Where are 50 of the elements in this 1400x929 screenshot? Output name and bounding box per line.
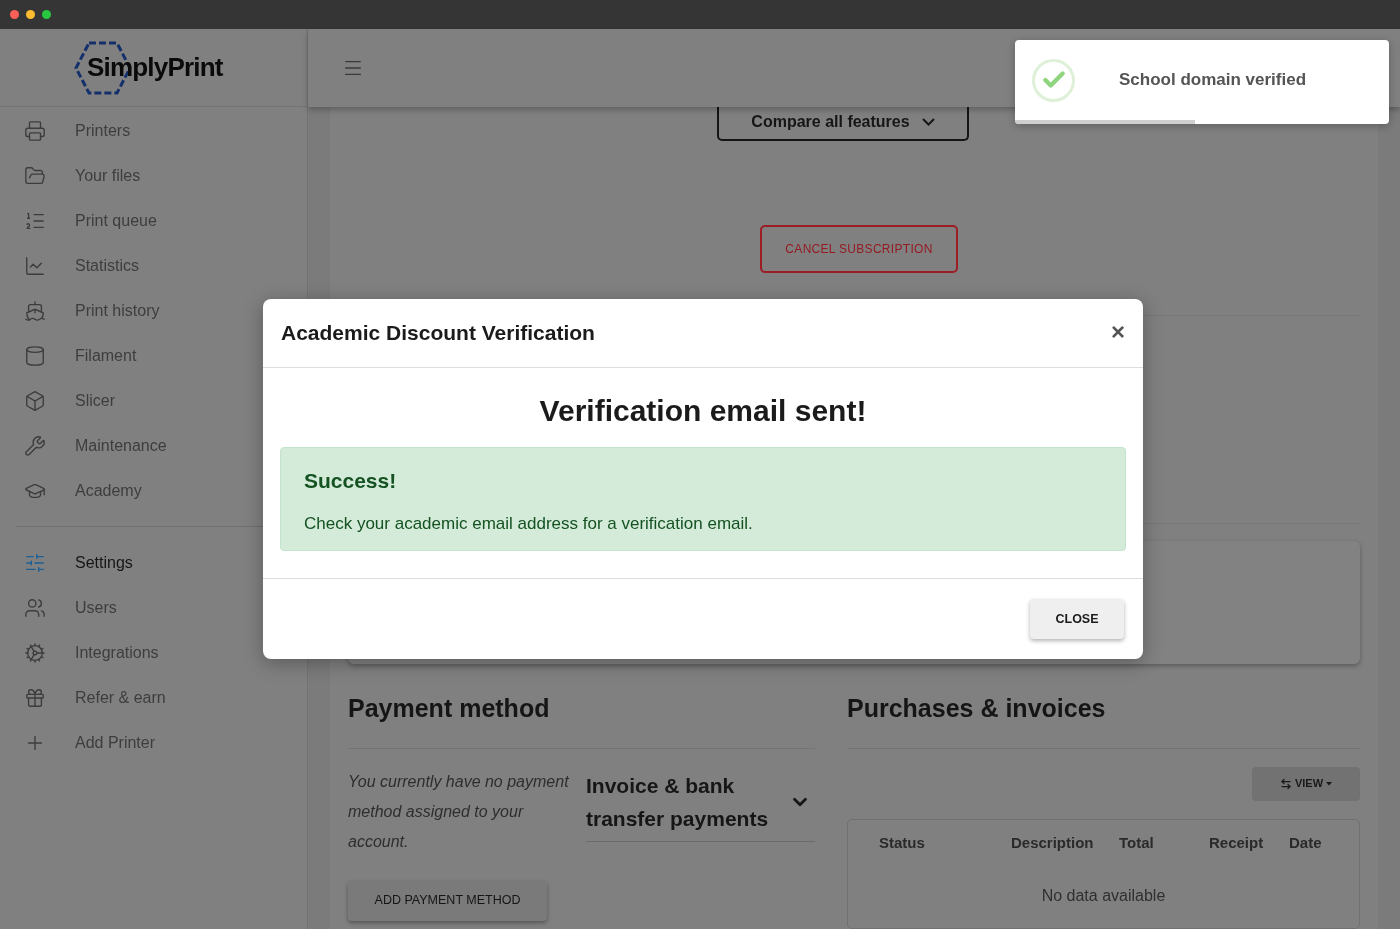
column-header: Date xyxy=(1289,832,1322,853)
alert-title: Success! xyxy=(304,468,398,494)
printer-icon xyxy=(24,119,46,142)
users-icon xyxy=(24,596,46,619)
brand-logo[interactable]: SimplyPrint xyxy=(74,39,223,96)
sidebar-item[interactable]: Your files xyxy=(75,163,141,188)
empty-table-text: No data available xyxy=(1041,886,1166,906)
sidebar-item[interactable]: Add Printer xyxy=(75,730,156,755)
section-heading: Payment method xyxy=(348,690,815,749)
sidebar-item[interactable]: Academy xyxy=(75,478,142,503)
add-payment-method-button[interactable]: ADD PAYMENT METHOD xyxy=(348,880,547,921)
sidebar-item[interactable]: Slicer xyxy=(75,388,115,413)
sidebar-item[interactable]: Statistics xyxy=(75,253,139,278)
sidebar-item[interactable]: Maintenance xyxy=(75,433,167,458)
close-dialog-button[interactable]: CLOSE xyxy=(1030,599,1124,639)
boat-icon xyxy=(24,299,46,322)
cancel-subscription-button[interactable]: CANCEL SUBSCRIPTION xyxy=(760,225,958,273)
sidebar-item[interactable]: Filament xyxy=(75,343,137,368)
modal-title: Academic Discount Verification xyxy=(281,320,595,347)
column-header: Total xyxy=(1119,832,1154,853)
caret-icon xyxy=(1326,781,1333,786)
close-button[interactable]: × xyxy=(1111,320,1125,346)
column-header: Description xyxy=(1011,832,1094,853)
cube-icon xyxy=(24,389,46,412)
wrench-icon xyxy=(24,434,46,457)
sidebar-item[interactable]: Print queue xyxy=(75,208,157,233)
sidebar-item[interactable]: Refer & earn xyxy=(75,685,166,710)
compare-features-button[interactable]: Compare all features xyxy=(717,107,969,141)
sliders-icon xyxy=(24,551,46,574)
sidebar-item[interactable]: Users xyxy=(75,595,117,620)
invoice-accordion[interactable]: Invoice & bank transfer payments xyxy=(586,768,815,842)
swap-icon xyxy=(1279,777,1292,790)
success-check-icon xyxy=(1032,58,1075,102)
line-chart-icon xyxy=(24,254,46,277)
gift-icon xyxy=(24,686,46,709)
alert-message: Check your academic email address for a verification email. xyxy=(304,512,754,535)
sidebar-item[interactable]: Printers xyxy=(75,118,131,143)
sidebar-item[interactable]: Settings xyxy=(75,550,133,575)
folder-icon xyxy=(24,164,46,187)
spool-icon xyxy=(24,344,46,367)
sidebar-item[interactable]: Print history xyxy=(75,298,160,323)
section-heading: Purchases & invoices xyxy=(847,690,1360,749)
column-header: Status xyxy=(879,832,925,853)
toast-message: School domain verified xyxy=(1119,69,1307,92)
modal-heading: Verification email sent! xyxy=(538,393,868,429)
payment-note: You currently have no payment method assigned to your account. xyxy=(348,771,570,852)
column-header: Receipt xyxy=(1209,832,1264,853)
view-button[interactable]: VIEW xyxy=(1252,766,1360,801)
chevron-down-icon xyxy=(921,117,935,126)
sidebar-item[interactable]: Integrations xyxy=(75,640,159,665)
